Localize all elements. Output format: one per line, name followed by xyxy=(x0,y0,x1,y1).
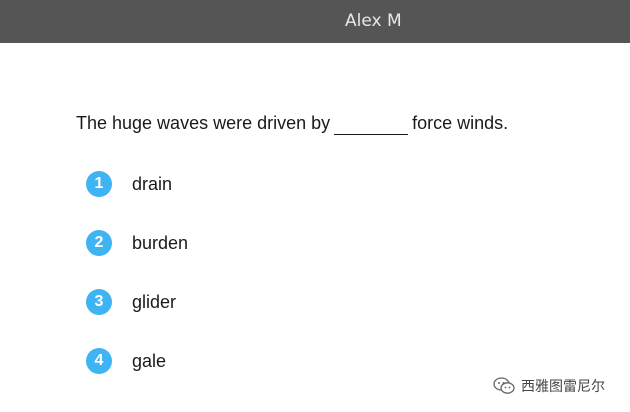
option-label[interactable]: burden xyxy=(132,232,188,254)
option-4[interactable]: 4 gale xyxy=(86,348,188,374)
option-label[interactable]: drain xyxy=(132,173,172,195)
question-text-after: force winds. xyxy=(412,113,509,133)
option-number-badge[interactable]: 2 xyxy=(86,230,112,256)
top-bar: Alex M xyxy=(0,0,630,43)
option-number-badge[interactable]: 3 xyxy=(86,289,112,315)
watermark: 西雅图雷尼尔 xyxy=(489,374,609,398)
question-text-before: The huge waves were driven by xyxy=(76,113,331,133)
user-name[interactable]: Alex M xyxy=(345,11,402,31)
question-text: The huge waves were driven by force winds… xyxy=(76,112,508,135)
option-label[interactable]: gale xyxy=(132,350,166,372)
option-3[interactable]: 3 glider xyxy=(86,289,188,315)
answer-blank xyxy=(334,116,409,135)
option-number-badge[interactable]: 1 xyxy=(86,171,112,197)
answer-options: 1 drain 2 burden 3 glider 4 gale xyxy=(86,171,188,407)
watermark-text: 西雅图雷尼尔 xyxy=(521,379,605,395)
wechat-icon xyxy=(493,377,515,394)
option-2[interactable]: 2 burden xyxy=(86,230,188,256)
option-number-badge[interactable]: 4 xyxy=(86,348,112,374)
option-label[interactable]: glider xyxy=(132,291,176,313)
option-1[interactable]: 1 drain xyxy=(86,171,188,197)
